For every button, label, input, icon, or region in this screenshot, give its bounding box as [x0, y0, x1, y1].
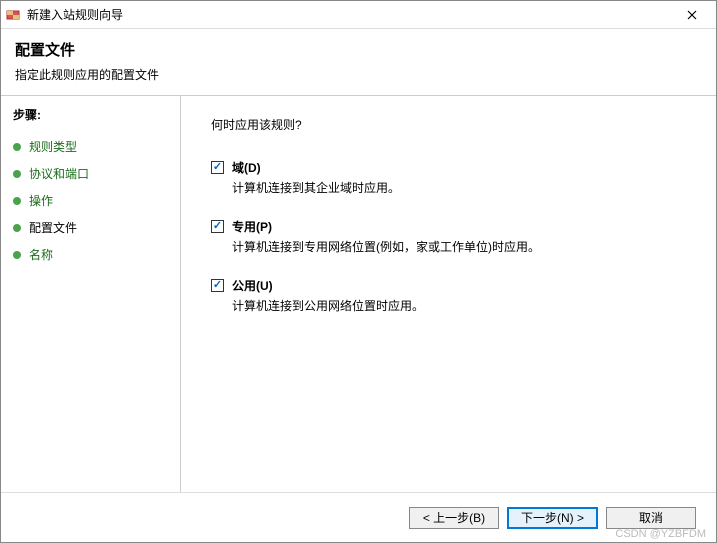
step-label: 名称 — [29, 246, 53, 263]
close-button[interactable] — [672, 2, 712, 28]
option-label: 域(D) — [232, 159, 261, 176]
back-button[interactable]: < 上一步(B) — [409, 507, 499, 529]
page-title: 配置文件 — [15, 39, 702, 60]
steps-sidebar: 步骤: 规则类型 协议和端口 操作 配置文件 名称 — [1, 96, 181, 492]
page-subtitle: 指定此规则应用的配置文件 — [15, 66, 702, 83]
bullet-icon — [13, 170, 21, 178]
option-desc: 计算机连接到专用网络位置(例如，家或工作单位)时应用。 — [232, 238, 686, 255]
step-label: 规则类型 — [29, 138, 77, 155]
step-rule-type[interactable]: 规则类型 — [13, 133, 168, 160]
option-desc: 计算机连接到公用网络位置时应用。 — [232, 297, 686, 314]
bullet-icon — [13, 251, 21, 259]
next-button[interactable]: 下一步(N) > — [507, 507, 598, 529]
window-title: 新建入站规则向导 — [27, 6, 672, 23]
option-desc: 计算机连接到其企业域时应用。 — [232, 179, 686, 196]
bullet-icon — [13, 224, 21, 232]
option-label: 专用(P) — [232, 218, 272, 235]
step-profile[interactable]: 配置文件 — [13, 214, 168, 241]
option-label: 公用(U) — [232, 277, 273, 294]
wizard-content: 何时应用该规则? 域(D) 计算机连接到其企业域时应用。 专用(P) 计算机连接… — [181, 96, 716, 492]
wizard-window: 新建入站规则向导 配置文件 指定此规则应用的配置文件 步骤: 规则类型 协议和端… — [0, 0, 717, 543]
option-public: 公用(U) 计算机连接到公用网络位置时应用。 — [211, 277, 686, 314]
bullet-icon — [13, 197, 21, 205]
step-protocol-ports[interactable]: 协议和端口 — [13, 160, 168, 187]
steps-heading: 步骤: — [13, 106, 168, 123]
step-action[interactable]: 操作 — [13, 187, 168, 214]
firewall-icon — [5, 7, 21, 23]
wizard-header: 配置文件 指定此规则应用的配置文件 — [1, 29, 716, 96]
checkbox-private[interactable] — [211, 220, 224, 233]
wizard-footer: < 上一步(B) 下一步(N) > 取消 — [1, 492, 716, 542]
titlebar: 新建入站规则向导 — [1, 1, 716, 29]
question-text: 何时应用该规则? — [211, 116, 686, 133]
step-label: 操作 — [29, 192, 53, 209]
checkbox-domain[interactable] — [211, 161, 224, 174]
step-label: 配置文件 — [29, 219, 77, 236]
step-name[interactable]: 名称 — [13, 241, 168, 268]
option-private: 专用(P) 计算机连接到专用网络位置(例如，家或工作单位)时应用。 — [211, 218, 686, 255]
bullet-icon — [13, 143, 21, 151]
checkbox-public[interactable] — [211, 279, 224, 292]
cancel-button[interactable]: 取消 — [606, 507, 696, 529]
step-label: 协议和端口 — [29, 165, 89, 182]
wizard-body: 步骤: 规则类型 协议和端口 操作 配置文件 名称 何时应用该规则? 域(D) … — [1, 96, 716, 492]
option-domain: 域(D) 计算机连接到其企业域时应用。 — [211, 159, 686, 196]
